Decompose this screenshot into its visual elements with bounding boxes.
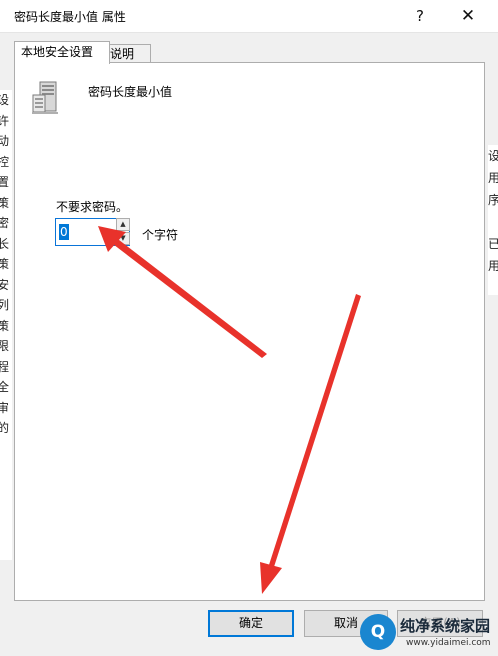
password-length-stepper[interactable]: 0 ▲ ▼ — [55, 218, 130, 246]
watermark-text: 纯净系统家园 — [400, 617, 491, 635]
server-icon — [32, 81, 58, 114]
watermark-logo-icon: Q — [360, 614, 396, 650]
tab-local-security-setting[interactable]: 本地安全设置 — [14, 41, 110, 64]
title-bar[interactable]: 密码长度最小值 属性 ? ✕ — [0, 0, 498, 33]
stepper-arrows: ▲ ▼ — [116, 218, 130, 246]
window-title: 密码长度最小值 属性 — [14, 10, 126, 24]
tab-panel: 密码长度最小值 不要求密码。 0 ▲ ▼ 个字符 — [14, 62, 485, 601]
decrement-arrow-icon[interactable]: ▼ — [116, 232, 130, 245]
help-button[interactable]: ? — [398, 0, 442, 32]
unit-label: 个字符 — [142, 228, 179, 242]
watermark-url: www.yidaimei.com — [406, 638, 491, 648]
properties-dialog: 密码长度最小值 属性 ? ✕ 本地安全设置 说明 密码长度最小值 不要求密码。 … — [0, 0, 498, 656]
ok-button[interactable]: 确定 — [208, 610, 294, 637]
requirement-label: 不要求密码。 — [56, 200, 129, 214]
site-watermark: Q 纯净系统家园 www.yidaimei.com — [360, 614, 498, 654]
increment-arrow-icon[interactable]: ▲ — [116, 218, 130, 231]
close-button[interactable]: ✕ — [446, 0, 490, 32]
password-length-value[interactable]: 0 — [59, 224, 69, 240]
tab-explain[interactable]: 说明 — [103, 44, 151, 63]
policy-name: 密码长度最小值 — [88, 85, 173, 99]
